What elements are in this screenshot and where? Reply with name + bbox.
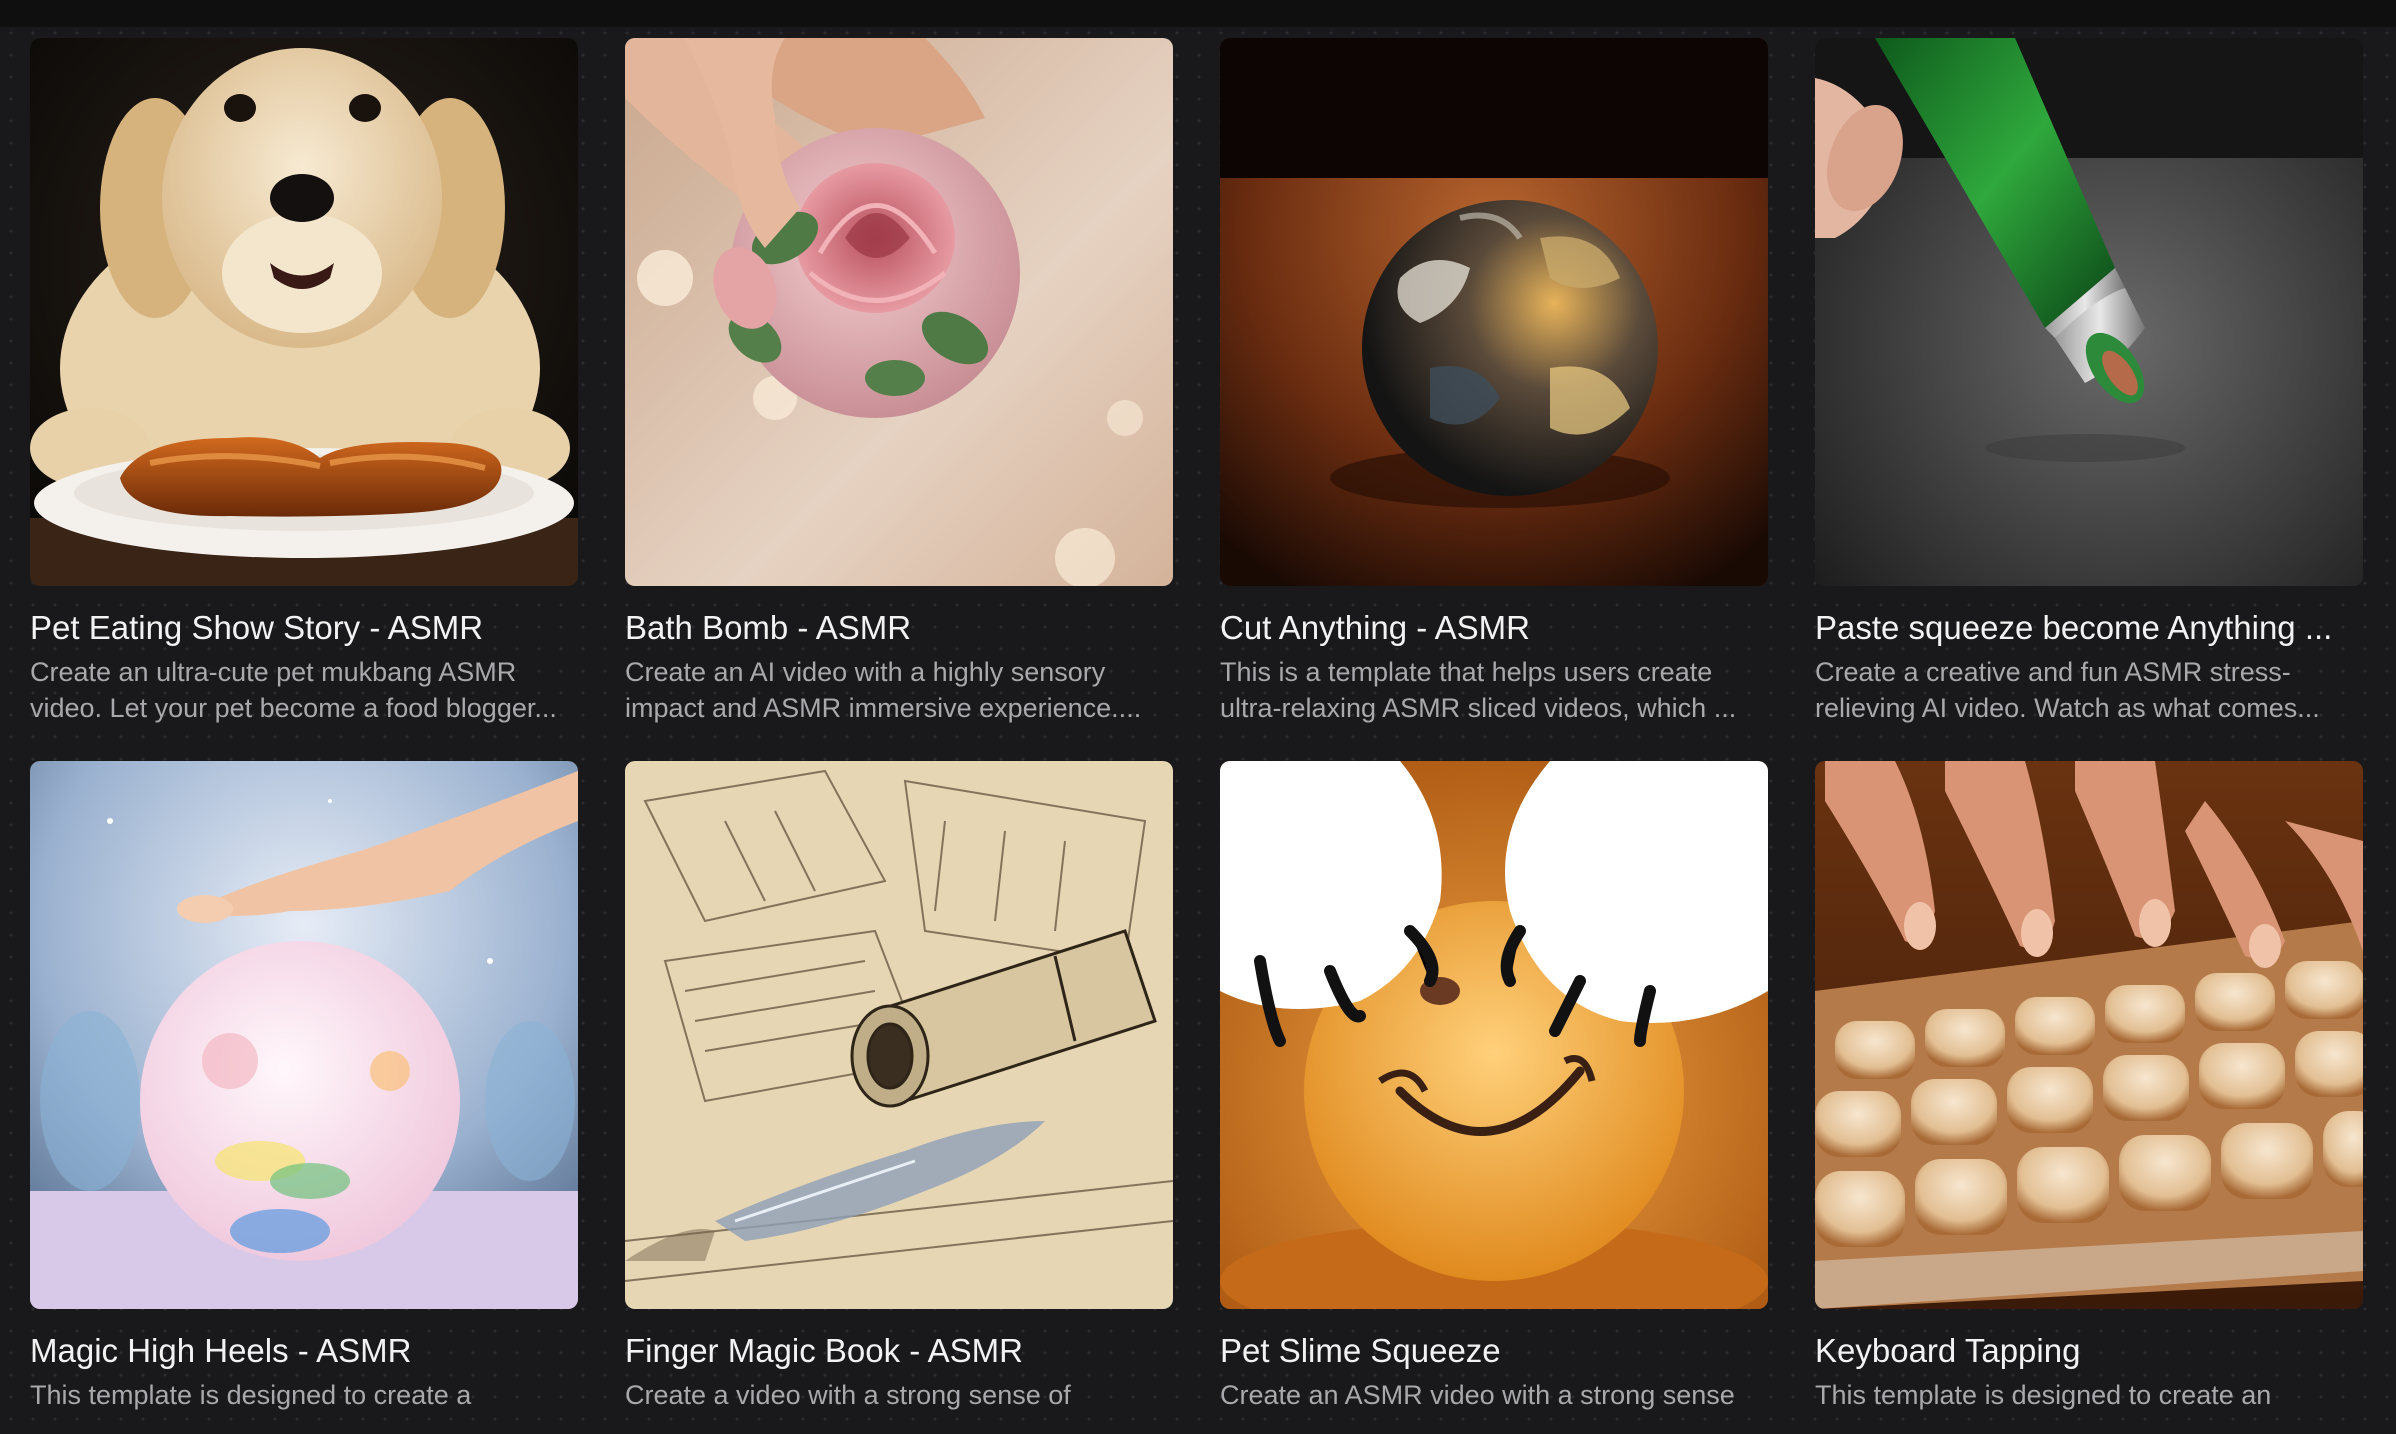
template-card[interactable]: Paste squeeze become Anything ... Create… bbox=[1815, 38, 2363, 726]
template-description: Create a creative and fun ASMR stress-re… bbox=[1815, 657, 2320, 723]
template-title[interactable]: Pet Slime Squeeze bbox=[1220, 1331, 1768, 1371]
template-description: This template is designed to create an bbox=[1815, 1380, 2272, 1410]
template-thumbnail[interactable] bbox=[1815, 761, 2363, 1309]
earth-sphere-image bbox=[1220, 38, 1768, 586]
template-title[interactable]: Keyboard Tapping bbox=[1815, 1331, 2363, 1371]
template-thumbnail[interactable] bbox=[30, 38, 578, 586]
template-description: This template is designed to create a bbox=[30, 1380, 472, 1410]
template-title[interactable]: Pet Eating Show Story - ASMR bbox=[30, 608, 578, 648]
template-card[interactable]: Bath Bomb - ASMR Create an AI video with… bbox=[625, 38, 1173, 726]
template-title[interactable]: Cut Anything - ASMR bbox=[1220, 608, 1768, 648]
template-thumbnail[interactable] bbox=[625, 761, 1173, 1309]
cotton-ball-foot-image bbox=[30, 761, 578, 1309]
template-thumbnail[interactable] bbox=[1815, 38, 2363, 586]
template-card[interactable]: Keyboard Tapping This template is design… bbox=[1815, 761, 2363, 1434]
template-title[interactable]: Bath Bomb - ASMR bbox=[625, 608, 1173, 648]
template-card[interactable]: Finger Magic Book - ASMR Create a video … bbox=[625, 761, 1173, 1434]
template-description: Create an ultra-cute pet mukbang ASMR vi… bbox=[30, 657, 557, 723]
paste-tube-image bbox=[1815, 38, 2363, 586]
template-description: Create an ASMR video with a strong sense bbox=[1220, 1380, 1735, 1410]
template-grid: Pet Eating Show Story - ASMR Create an u… bbox=[30, 38, 2367, 1434]
pencil-sketch-pipe-image bbox=[625, 761, 1173, 1309]
golden-retriever-puppy-image bbox=[30, 38, 578, 586]
template-title[interactable]: Paste squeeze become Anything ... bbox=[1815, 608, 2363, 648]
template-title[interactable]: Finger Magic Book - ASMR bbox=[625, 1331, 1173, 1371]
template-thumbnail[interactable] bbox=[30, 761, 578, 1309]
template-thumbnail[interactable] bbox=[625, 38, 1173, 586]
top-bar bbox=[0, 0, 2396, 27]
template-title[interactable]: Magic High Heels - ASMR bbox=[30, 1331, 578, 1371]
template-description: Create an AI video with a highly sensory… bbox=[625, 657, 1142, 723]
template-thumbnail[interactable] bbox=[1220, 761, 1768, 1309]
marshmallow-keyboard-image bbox=[1815, 761, 2363, 1309]
template-card[interactable]: Cut Anything - ASMR This is a template t… bbox=[1220, 38, 1768, 726]
template-description: Create a video with a strong sense of bbox=[625, 1380, 1071, 1410]
template-description: This is a template that helps users crea… bbox=[1220, 657, 1737, 723]
template-card[interactable]: Pet Eating Show Story - ASMR Create an u… bbox=[30, 38, 578, 726]
template-card[interactable]: Pet Slime Squeeze Create an ASMR video w… bbox=[1220, 761, 1768, 1434]
template-card[interactable]: Magic High Heels - ASMR This template is… bbox=[30, 761, 578, 1434]
rose-bath-bomb-image bbox=[625, 38, 1173, 586]
smiley-slime-cat-paws-image bbox=[1220, 761, 1768, 1309]
template-thumbnail[interactable] bbox=[1220, 38, 1768, 586]
